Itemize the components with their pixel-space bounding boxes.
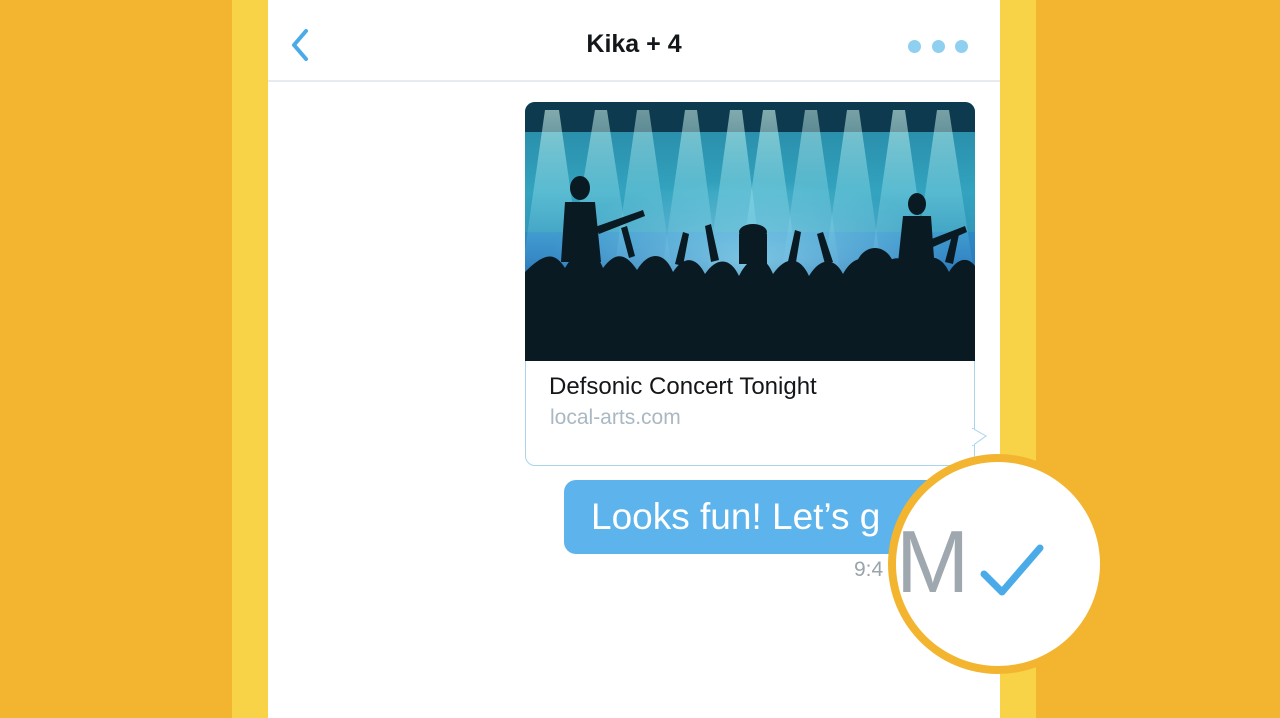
link-preview-card[interactable]: Defsonic Concert Tonight local-arts.com [525, 102, 975, 466]
more-dots-icon [908, 39, 921, 53]
message-text: Looks fun! Let’s g [591, 496, 881, 537]
conversation-title: Kika + 4 [586, 30, 682, 58]
zoom-lens: M [896, 462, 1100, 666]
more-dots-icon [955, 39, 968, 53]
left-background-band [232, 0, 268, 718]
more-dots-icon [931, 39, 945, 53]
more-options-button[interactable] [908, 38, 968, 54]
conversation-header: Kika + 4 [268, 0, 1000, 82]
link-card-domain: local-arts.com [550, 406, 681, 429]
concert-photo [525, 102, 975, 361]
message-timestamp: 9:4 [854, 558, 884, 581]
read-receipt-zoom-callout: M [888, 454, 1108, 674]
zoomed-time-fragment: M [896, 512, 969, 611]
checkmark-icon [980, 544, 1044, 596]
card-bubble-tail [972, 428, 987, 446]
dm-conversation-screen: Kika + 4 Defsonic Concert Tonight local-… [268, 0, 1000, 718]
link-card-title: Defsonic Concert Tonight [549, 373, 817, 400]
